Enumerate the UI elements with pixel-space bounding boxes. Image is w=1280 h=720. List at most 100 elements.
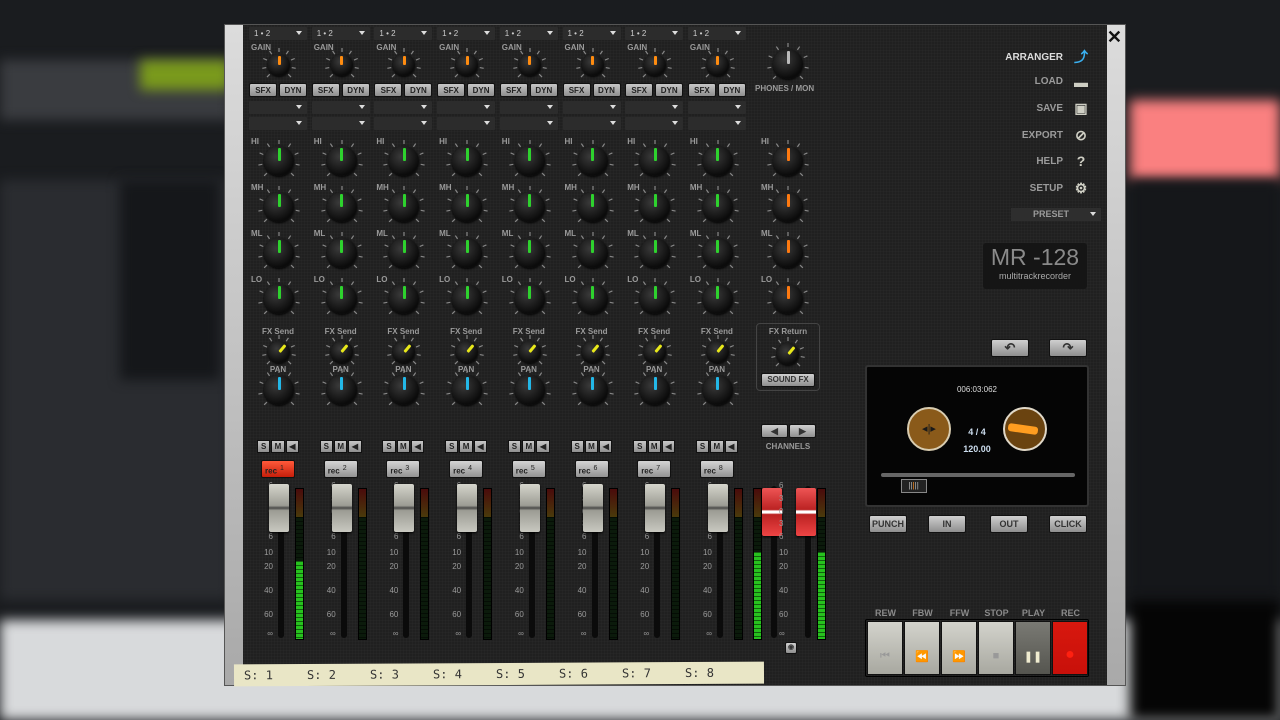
pan-knob[interactable] (326, 375, 357, 405)
nudge-dial[interactable]: ◂|▸ (907, 407, 951, 451)
phones-mon-knob[interactable] (773, 49, 803, 79)
input-select[interactable]: 1 • 2 (374, 27, 433, 40)
gain-knob[interactable] (706, 54, 729, 76)
solo-button[interactable]: S (319, 440, 334, 453)
fader-cap[interactable] (707, 484, 728, 532)
transport-ffw-button[interactable]: ⏩ (941, 621, 977, 675)
solo-button[interactable]: S (633, 440, 647, 453)
sfx-button[interactable]: SFX (249, 83, 277, 97)
master-eq-hi-knob[interactable] (773, 146, 803, 176)
fx-send-knob[interactable] (518, 341, 541, 363)
transport-rec-button[interactable]: ● (1052, 621, 1088, 675)
dyn-button[interactable]: DYN (529, 83, 558, 97)
input-select[interactable]: 1 • 2 (562, 27, 621, 40)
speaker-icon[interactable]: ◀ (348, 440, 362, 453)
fx-send-knob[interactable] (330, 341, 353, 363)
insert-select-2[interactable] (625, 117, 684, 130)
dyn-button[interactable]: DYN (279, 83, 307, 97)
insert-select-1[interactable] (374, 101, 433, 114)
mute-button[interactable]: M (710, 440, 724, 453)
mute-button[interactable]: M (522, 440, 536, 453)
menu-item-load[interactable]: LOAD ▬ (1035, 74, 1089, 90)
rec-arm-button[interactable]: rec 7 (637, 460, 672, 478)
eq-hi-knob[interactable] (640, 146, 671, 176)
insert-select-1[interactable] (249, 101, 307, 114)
fader-cap[interactable] (519, 484, 540, 532)
mute-button[interactable]: M (334, 440, 348, 453)
fx-return-knob[interactable] (777, 343, 799, 365)
insert-select-1[interactable] (437, 101, 496, 114)
solo-button[interactable]: S (445, 440, 459, 453)
rec-arm-button[interactable]: rec 1 (261, 460, 295, 478)
out-button[interactable]: OUT (990, 515, 1028, 533)
pan-knob[interactable] (452, 375, 483, 405)
input-select[interactable]: 1 • 2 (625, 27, 684, 40)
input-select[interactable]: 1 • 2 (687, 27, 746, 40)
tempo-dial[interactable] (1003, 407, 1047, 451)
dyn-button[interactable]: DYN (341, 83, 370, 97)
preset-dropdown[interactable]: PRESET (1011, 208, 1101, 221)
undo-button[interactable]: ↶ (991, 339, 1029, 357)
gain-knob[interactable] (456, 54, 479, 76)
eq-ml-knob[interactable] (514, 238, 545, 268)
mute-button[interactable]: M (647, 440, 661, 453)
solo-button[interactable]: S (382, 440, 396, 453)
dyn-button[interactable]: DYN (655, 83, 684, 97)
punch-button[interactable]: PUNCH (869, 515, 907, 533)
insert-select-1[interactable] (562, 101, 621, 114)
eq-lo-knob[interactable] (264, 284, 294, 314)
input-select[interactable]: 1 • 2 (437, 27, 496, 40)
fader-cap[interactable] (457, 484, 478, 532)
sfx-button[interactable]: SFX (687, 83, 716, 97)
transport-stop-button[interactable]: ■ (978, 621, 1014, 675)
insert-select-1[interactable] (311, 101, 370, 114)
insert-select-2[interactable] (374, 117, 433, 130)
sfx-button[interactable]: SFX (625, 83, 654, 97)
fader-cap[interactable] (269, 484, 289, 532)
speaker-icon[interactable]: ◀ (724, 440, 738, 453)
eq-lo-knob[interactable] (702, 284, 733, 314)
rec-arm-button[interactable]: rec 8 (699, 460, 734, 478)
gain-knob[interactable] (330, 54, 353, 76)
master-eq-lo-knob[interactable] (773, 284, 803, 314)
solo-button[interactable]: S (507, 440, 522, 453)
eq-hi-knob[interactable] (452, 146, 483, 176)
speaker-icon[interactable]: ◀ (285, 440, 299, 453)
eq-mh-knob[interactable] (452, 192, 483, 222)
solo-button[interactable]: S (570, 440, 584, 453)
sfx-button[interactable]: SFX (562, 83, 591, 97)
eq-ml-knob[interactable] (640, 238, 671, 268)
insert-select-2[interactable] (311, 117, 370, 130)
insert-select-1[interactable] (687, 101, 746, 114)
eq-lo-knob[interactable] (640, 284, 671, 314)
rec-arm-button[interactable]: rec 5 (511, 460, 546, 478)
gain-knob[interactable] (518, 54, 541, 76)
eq-hi-knob[interactable] (264, 146, 294, 176)
master-fader-cap-right[interactable] (796, 488, 816, 536)
pan-knob[interactable] (640, 375, 671, 405)
position-handle[interactable]: ||||| (900, 479, 927, 493)
solo-button[interactable]: S (695, 440, 710, 453)
eq-lo-knob[interactable] (326, 284, 357, 314)
dyn-button[interactable]: DYN (717, 83, 746, 97)
fx-send-knob[interactable] (268, 341, 290, 363)
fx-send-knob[interactable] (581, 341, 604, 363)
rec-arm-button[interactable]: rec 4 (449, 460, 484, 478)
eq-lo-knob[interactable] (514, 284, 545, 314)
eq-ml-knob[interactable] (577, 238, 608, 268)
mute-button[interactable]: M (396, 440, 411, 453)
fx-send-knob[interactable] (456, 341, 479, 363)
eq-ml-knob[interactable] (264, 238, 294, 268)
speaker-icon[interactable]: ◀ (411, 440, 425, 453)
mute-button[interactable]: M (271, 440, 285, 453)
menu-item-save[interactable]: SAVE ▣ (1037, 100, 1090, 117)
master-eq-ml-knob[interactable] (773, 238, 803, 268)
pan-knob[interactable] (577, 375, 608, 405)
mute-button[interactable]: M (584, 440, 599, 453)
speaker-icon[interactable]: ◀ (473, 440, 488, 453)
eq-lo-knob[interactable] (577, 284, 608, 314)
fader-cap[interactable] (645, 484, 666, 532)
eq-hi-knob[interactable] (514, 146, 545, 176)
mute-button[interactable]: M (459, 440, 473, 453)
gain-knob[interactable] (581, 54, 604, 76)
